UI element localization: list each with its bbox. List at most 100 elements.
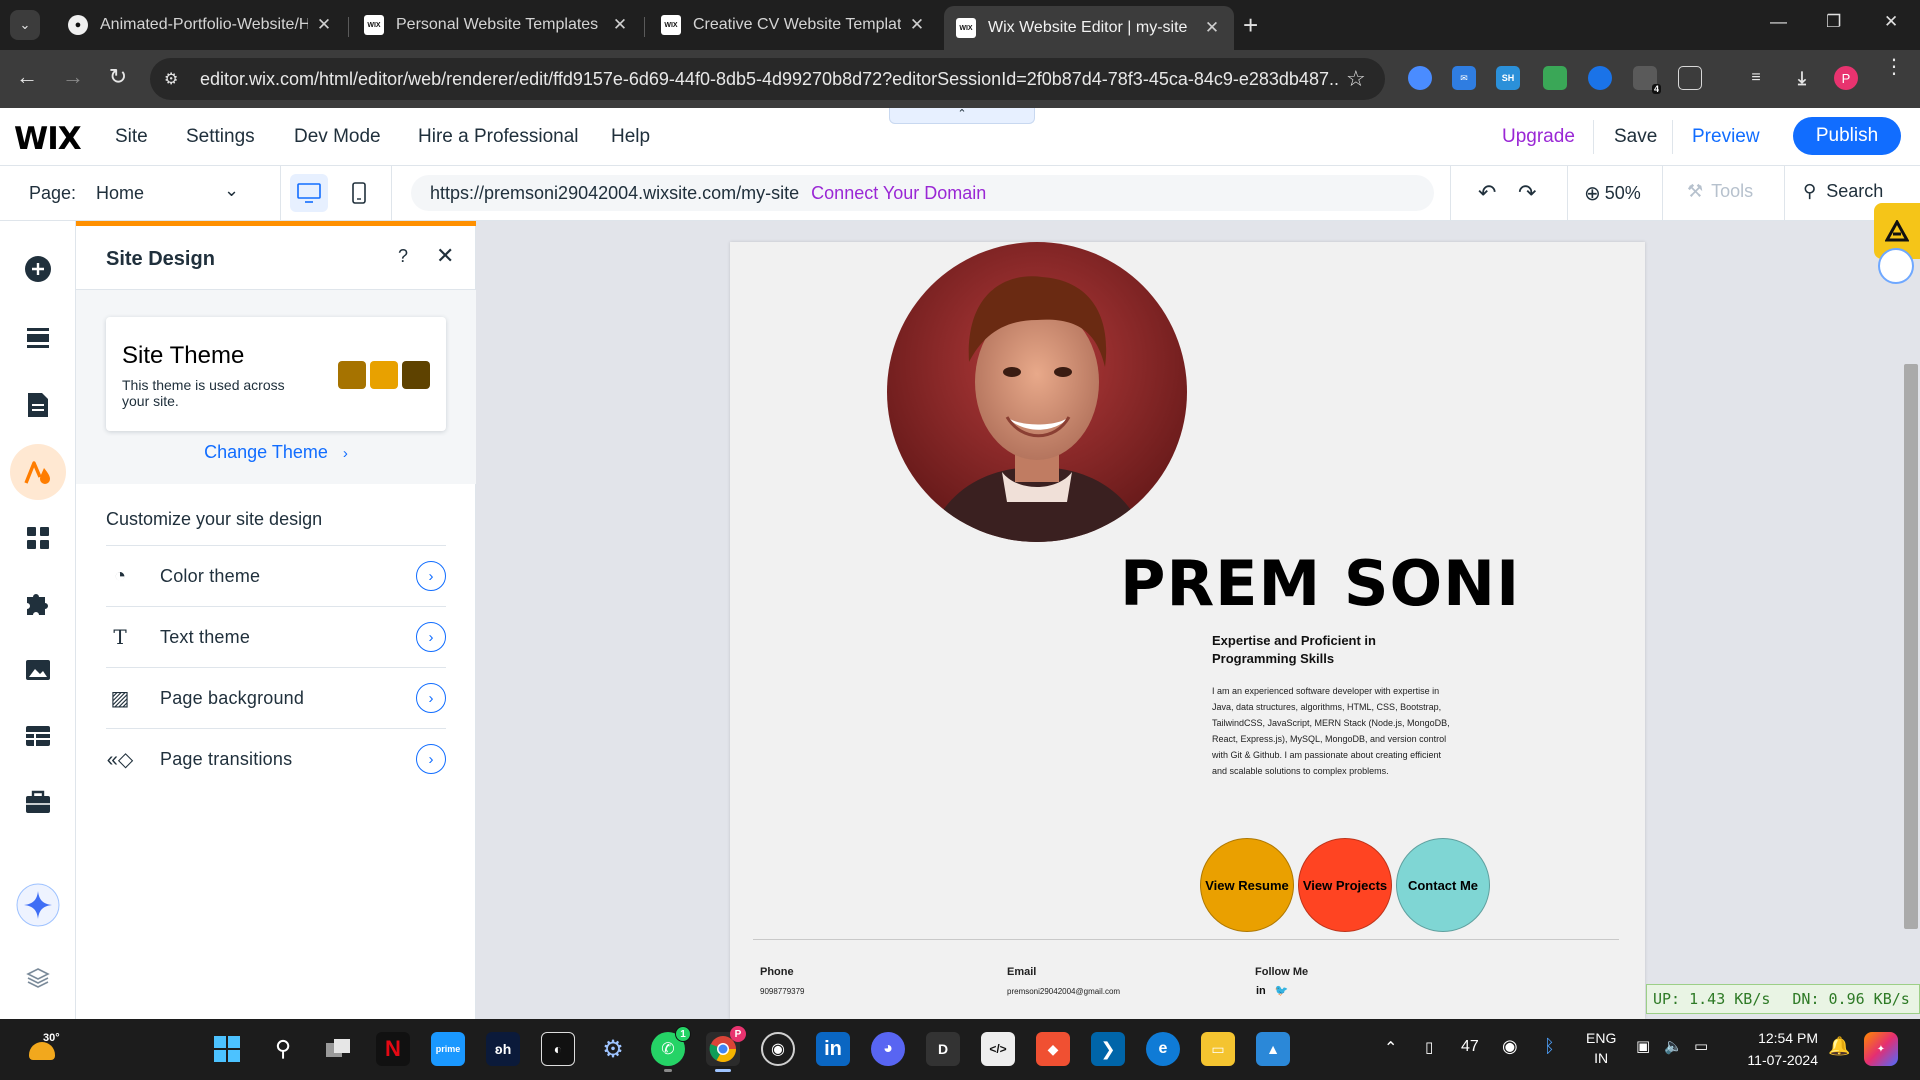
option-page-background[interactable]: ▨ Page background ›	[106, 668, 446, 728]
language-indicator[interactable]: ENG IN	[1586, 1028, 1616, 1068]
canvas-scrollbar[interactable]	[1904, 364, 1918, 929]
search-icon[interactable]: ⚲	[266, 1032, 300, 1066]
browser-tab[interactable]: WIX Personal Website Templates | Portfol…	[352, 7, 642, 43]
network-icon[interactable]: ▣	[1636, 1037, 1650, 1055]
browser-tab[interactable]: WIX Creative CV Website Template | WIX ✕	[649, 7, 939, 43]
footer-phone[interactable]: 9098779379	[760, 985, 878, 999]
close-icon[interactable]: ✕	[610, 15, 630, 35]
bookmark-star-icon[interactable]: ☆	[1346, 66, 1366, 92]
weather-widget[interactable]: 30°	[26, 1032, 60, 1066]
hero-bio[interactable]: I am an experienced software developer w…	[1212, 683, 1452, 779]
preview-button[interactable]: Preview	[1692, 126, 1760, 148]
tray-number[interactable]: 47	[1461, 1038, 1479, 1056]
chevron-right-icon[interactable]: ›	[416, 683, 446, 713]
chevron-right-icon[interactable]: ›	[416, 744, 446, 774]
extension-sh-icon[interactable]: SH	[1496, 66, 1520, 90]
file-explorer-icon[interactable]: ▭	[1201, 1032, 1235, 1066]
window-close-icon[interactable]: ✕	[1884, 12, 1898, 32]
zoom-control[interactable]: ⊕ 50%	[1584, 181, 1641, 206]
site-url-bar[interactable]: https://premsoni29042004.wixsite.com/my-…	[411, 175, 1434, 211]
close-icon[interactable]: ✕	[1202, 18, 1222, 38]
whatsapp-icon[interactable]: ✆ 1	[651, 1026, 691, 1072]
change-theme-link[interactable]: Change Theme ›	[76, 442, 476, 463]
chrome-icon[interactable]: P	[706, 1026, 746, 1072]
extension-icon[interactable]: 4	[1633, 66, 1661, 94]
media-button[interactable]	[10, 642, 66, 698]
new-tab-icon[interactable]: +	[1243, 12, 1258, 38]
connect-domain-link[interactable]: Connect Your Domain	[811, 183, 986, 204]
upgrade-button[interactable]: Upgrade	[1502, 126, 1575, 148]
site-info-icon[interactable]: ⚙	[164, 69, 188, 89]
start-icon[interactable]	[210, 1032, 244, 1066]
view-projects-button[interactable]: View Projects	[1298, 838, 1392, 932]
business-button[interactable]	[10, 774, 66, 830]
profile-avatar[interactable]: P	[1834, 66, 1858, 90]
hero-name[interactable]: PREM SONI	[1120, 547, 1520, 620]
download-icon[interactable]: ⤓	[1790, 66, 1814, 90]
option-page-transitions[interactable]: «◇ Page transitions ›	[106, 729, 446, 789]
close-icon[interactable]: ✕	[314, 15, 334, 35]
undo-icon[interactable]: ↶	[1478, 180, 1496, 206]
help-icon[interactable]: ?	[398, 246, 408, 267]
close-icon[interactable]: ✕	[436, 243, 454, 269]
vscode-icon[interactable]: ❯	[1091, 1032, 1125, 1066]
desktop-view-button[interactable]	[290, 174, 328, 212]
mail-extension-icon[interactable]: ✉	[1452, 66, 1476, 90]
option-text-theme[interactable]: T Text theme ›	[106, 607, 446, 667]
menu-settings[interactable]: Settings	[186, 126, 255, 148]
linkedin-icon[interactable]: in	[1256, 985, 1266, 997]
discord-icon[interactable]: ◕	[871, 1032, 905, 1066]
capcut-icon[interactable]: ◐	[541, 1032, 575, 1066]
pages-button[interactable]	[10, 377, 66, 433]
linkedin-app-icon[interactable]: in	[816, 1032, 850, 1066]
menu-hire-professional[interactable]: Hire a Professional	[418, 126, 579, 148]
menu-help[interactable]: Help	[611, 126, 650, 148]
wix-logo[interactable]: WIX	[14, 121, 82, 157]
site-url[interactable]: https://premsoni29042004.wixsite.com/my-…	[430, 183, 799, 204]
menu-site[interactable]: Site	[115, 126, 148, 148]
extension-icon[interactable]	[1543, 66, 1567, 90]
save-button[interactable]: Save	[1614, 126, 1657, 148]
page-selector[interactable]: Home	[96, 183, 144, 204]
hero-subheading[interactable]: Expertise and Proficient in Programming …	[1212, 632, 1432, 668]
usb-icon[interactable]: ▯	[1425, 1038, 1433, 1056]
view-resume-button[interactable]: View Resume	[1200, 838, 1294, 932]
back-icon[interactable]: ←	[12, 64, 42, 90]
activity-icon[interactable]: ◉	[1502, 1036, 1518, 1057]
floating-helper-icon[interactable]	[1878, 248, 1914, 284]
site-page-preview[interactable]: PREM SONI Expertise and Proficient in Pr…	[730, 242, 1645, 1019]
browser-tab[interactable]: ● Animated-Portfolio-Website/Home ✕	[56, 7, 346, 43]
tray-chevron-icon[interactable]: ⌃	[1384, 1038, 1397, 1058]
puzzle-extensions-icon[interactable]	[1678, 66, 1702, 90]
chevron-right-icon[interactable]: ›	[416, 561, 446, 591]
chevron-right-icon[interactable]: ›	[416, 622, 446, 652]
site-design-button[interactable]	[10, 444, 66, 500]
hotstar-icon[interactable]: ʚh	[486, 1032, 520, 1066]
copilot-icon[interactable]: ✦	[1864, 1032, 1898, 1066]
volume-icon[interactable]: 🔈	[1664, 1037, 1683, 1055]
profile-photo[interactable]	[887, 242, 1187, 542]
prime-video-icon[interactable]: prime	[431, 1032, 465, 1066]
code-editor-icon[interactable]: </>	[981, 1032, 1015, 1066]
apps-button[interactable]	[10, 510, 66, 566]
tools-button[interactable]: ⚒ Tools	[1687, 181, 1753, 202]
editor-canvas[interactable]: PREM SONI Expertise and Proficient in Pr…	[476, 221, 1920, 1019]
battery-icon[interactable]: ▭	[1694, 1037, 1708, 1055]
obs-icon[interactable]: ◉	[761, 1032, 795, 1066]
site-theme-card[interactable]: Site Theme This theme is used across you…	[106, 317, 446, 431]
extension-icon[interactable]	[1408, 66, 1432, 90]
address-bar[interactable]: ⚙ editor.wix.com/html/editor/web/rendere…	[150, 58, 1385, 100]
twitter-icon[interactable]: 🐦	[1275, 985, 1289, 997]
settings-gear-icon[interactable]: ⚙	[596, 1032, 630, 1066]
footer-email[interactable]: premsoni29042004@gmail.com	[1007, 985, 1125, 999]
option-color-theme[interactable]: ◔ Color theme ›	[106, 546, 446, 606]
url-text[interactable]: editor.wix.com/html/editor/web/renderer/…	[200, 69, 1340, 90]
browser-tab-active[interactable]: WIX Wix Website Editor | my-site ✕	[944, 6, 1234, 50]
clock[interactable]: 12:54 PM 11-07-2024	[1730, 1027, 1818, 1071]
add-apps-button[interactable]	[10, 576, 66, 632]
add-section-button[interactable]	[10, 310, 66, 366]
ai-assistant-button[interactable]	[10, 877, 66, 933]
contact-me-button[interactable]: Contact Me	[1396, 838, 1490, 932]
publish-button[interactable]: Publish	[1793, 117, 1901, 155]
cms-button[interactable]	[10, 708, 66, 764]
